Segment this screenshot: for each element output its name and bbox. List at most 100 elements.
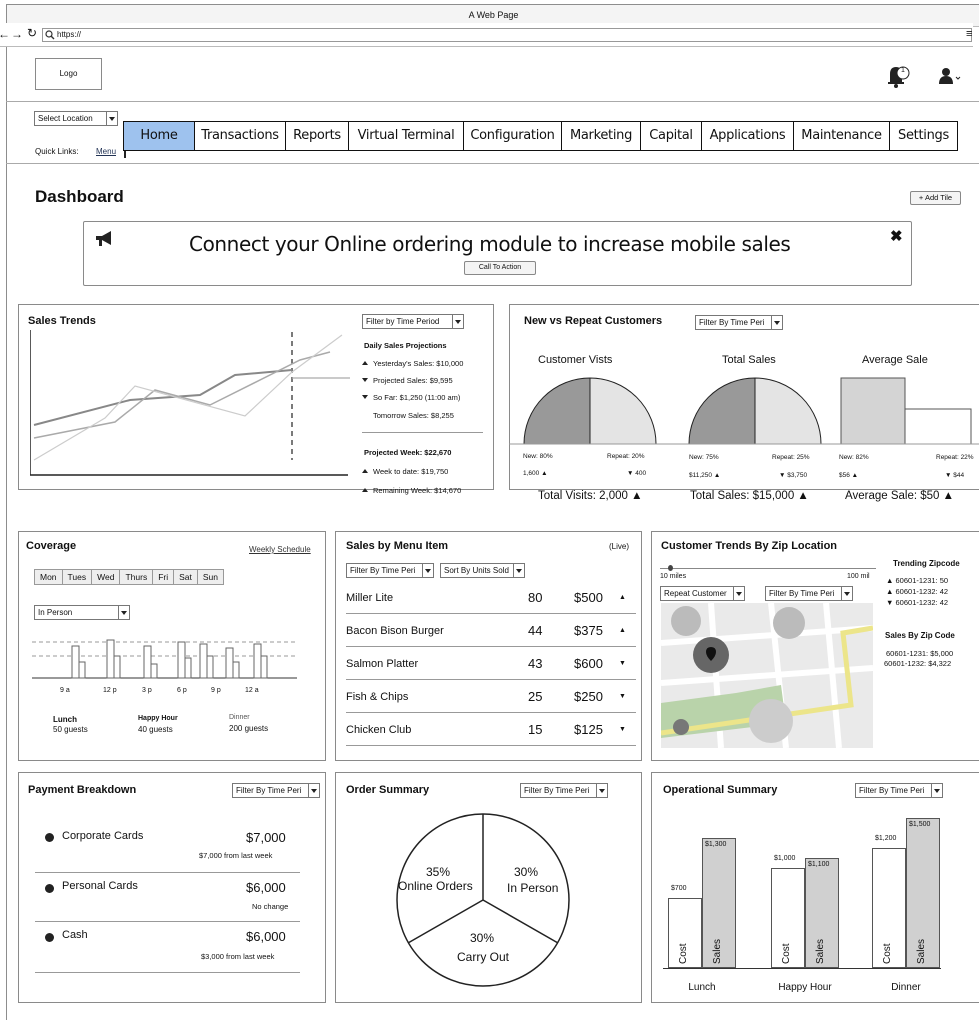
forward-icon[interactable]: → [11,27,23,41]
menu-item-row[interactable]: Salmon Platter 43 $600 ▼ [346,648,636,680]
day-wed[interactable]: Wed [91,569,121,585]
new-vs-repeat-title: New vs Repeat Customers [524,315,663,327]
day-sun[interactable]: Sun [196,569,225,585]
average-sale-title: Average Sale [862,354,928,366]
menu-item-name: Bacon Bison Burger [346,625,444,637]
tab-applications[interactable]: Applications [702,121,794,151]
payment-title: Payment Breakdown [28,784,137,796]
sales-new: New: 75% [689,454,719,461]
location-select[interactable]: Select Location [34,111,118,126]
menu-item-row[interactable]: Chicken Club 15 $125 ▼ [346,714,636,746]
dinner-guests: 200 guests [229,724,269,733]
time-3p: 3 p [142,687,152,694]
day-thurs[interactable]: Thurs [119,569,154,585]
ops-sales-value: $1,300 [705,841,727,848]
menu-sales-filter[interactable]: Filter By Time Peri [346,563,434,578]
day-mon[interactable]: Mon [34,569,63,585]
new-vs-repeat-filter[interactable]: Filter By Time Peri [695,315,783,330]
payment-value-personal: $6,000 [246,880,286,895]
slider-handle[interactable] [668,565,673,571]
trending-zip-3: ▼ 60601-1232: 42 [886,598,949,607]
menu-item-units: 80 [528,590,543,605]
back-icon[interactable]: ← [0,27,10,41]
day-sat[interactable]: Sat [173,569,198,585]
weekly-schedule-link[interactable]: Weekly Schedule [249,545,311,554]
ops-cost-axis-label: Cost [781,943,792,964]
slider-max: 100 mil [847,573,870,580]
tab-configuration[interactable]: Configuration [464,121,562,151]
avg-new-value: $56 ▲ [839,472,859,479]
menu-item-sales: $125 [574,722,603,737]
menu-icon[interactable]: ≡ [966,28,972,40]
add-tile-button[interactable]: + Add Tile [910,191,961,205]
payment-filter[interactable]: Filter By Time Peri [232,783,320,798]
order-summary-filter[interactable]: Filter By Time Peri [520,783,608,798]
carry-out-label: Carry Out [457,950,510,964]
notification-bell-icon[interactable] [885,64,913,88]
call-to-action-button[interactable]: Call To Action [464,261,536,275]
payment-note-cash: $3,000 from last week [201,952,275,961]
zip-map[interactable] [661,603,873,748]
online-orders-pct: 35% [426,865,451,879]
time-6p: 6 p [177,687,187,694]
menu-item-row[interactable]: Fish & Chips 25 $250 ▼ [346,681,636,713]
new-vs-repeat-charts [509,377,979,445]
total-sales: Total Sales: $15,000 ▲ [690,490,809,502]
customer-type-select[interactable]: Repeat Customer [660,586,745,601]
menu-item-units: 43 [528,656,543,671]
user-avatar-icon[interactable] [938,66,964,86]
ops-group-label: Lunch [688,982,716,993]
payment-value-corporate: $7,000 [246,830,286,845]
happy-hour-label: Happy Hour [138,715,178,722]
day-tues[interactable]: Tues [61,569,93,585]
payment-note-personal: No change [252,902,289,911]
menu-sales-sort[interactable]: Sort By Units Sold [440,563,525,578]
search-icon [45,30,55,40]
distance-slider[interactable] [660,568,876,569]
tab-maintenance[interactable]: Maintenance [794,121,890,151]
quick-link-menu[interactable]: Menu [96,147,116,156]
menu-item-row[interactable]: Bacon Bison Burger 44 $375 ▲ [346,615,636,647]
reload-icon[interactable]: ↻ [27,26,37,40]
slider-min: 10 miles [660,573,687,580]
close-icon[interactable]: ✖ [890,227,903,245]
menu-item-row[interactable]: Miller Lite 80 $500 ▲ [346,582,636,614]
day-fri[interactable]: Fri [152,569,175,585]
url-text: https:// [57,30,82,39]
coverage-title: Coverage [26,540,77,552]
payment-label-cash: Cash [62,929,88,941]
page-title: Dashboard [35,187,124,206]
sales-trends-filter[interactable]: Filter by Time Period [362,314,464,329]
zip-time-filter[interactable]: Filter By Time Peri [765,586,853,601]
tab-marketing[interactable]: Marketing [562,121,641,151]
bullet [45,833,54,842]
logo[interactable]: Logo [35,58,102,90]
week-to-date: Week to date: $19,750 [362,467,448,476]
zip-sales-2: 60601-1232: $4,322 [884,659,952,668]
tab-transactions[interactable]: Transactions [195,121,286,151]
visits-new-value: 1,600 ▲ [523,470,548,477]
ops-sales-axis-label: Sales [916,938,927,964]
tab-capital[interactable]: Capital [641,121,702,151]
ops-sales-axis-label: Sales [712,938,723,964]
menu-item-sales: $600 [574,656,603,671]
sales-repeat: Repeat: 25% [772,454,810,461]
ops-cost-axis-label: Cost [678,943,689,964]
menu-item-units: 25 [528,689,543,704]
carry-out-pct: 30% [470,931,495,945]
projected-sales: Projected Sales: $9,595 [362,376,453,385]
menu-item-sales: $250 [574,689,603,704]
tab-reports[interactable]: Reports [286,121,349,151]
ops-group-label: Happy Hour [778,982,832,993]
in-person-label: In Person [507,881,559,895]
service-type-select[interactable]: In Person [34,605,130,620]
tab-virtual-terminal[interactable]: Virtual Terminal [349,121,464,151]
menu-sales-title: Sales by Menu Item [346,540,449,552]
url-input[interactable]: https:// [42,28,972,42]
sales-trends-title: Sales Trends [28,315,96,327]
tab-settings[interactable]: Settings [890,121,958,151]
remaining-week: Remaining Week: $14,670 [362,486,461,495]
avg-repeat-value: ▼ $44 [945,472,965,479]
tab-home[interactable]: Home [123,121,195,151]
ops-summary-filter[interactable]: Filter By Time Peri [855,783,943,798]
